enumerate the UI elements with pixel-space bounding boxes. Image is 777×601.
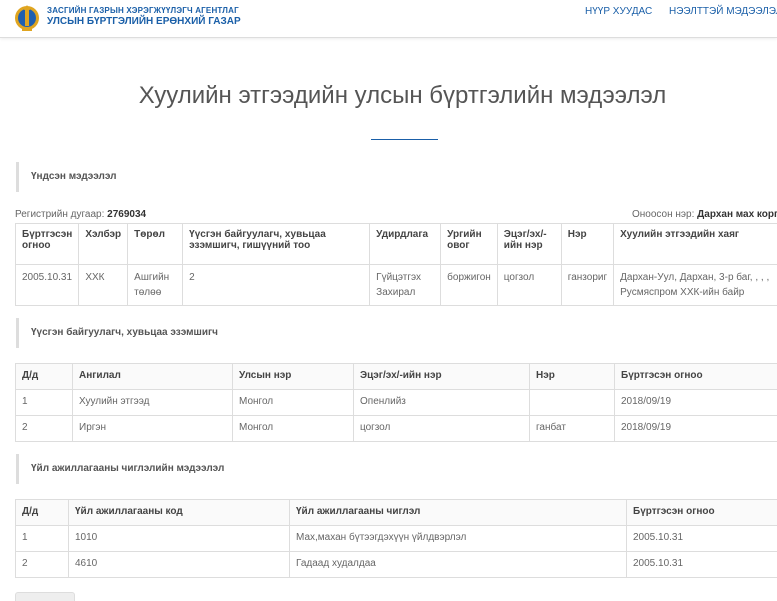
table-cell: Опенлийз xyxy=(353,389,530,416)
table-cell: Иргэн xyxy=(72,415,233,442)
table-cell: 2 xyxy=(182,264,371,306)
column-header: Бүртгэсэн огноо xyxy=(626,499,777,526)
table-header-row: Д/д Ангилал Улсын нэр Эцэг/эх/-ийн нэр Н… xyxy=(15,363,777,390)
soyombo-emblem-icon[interactable] xyxy=(14,2,40,34)
table-cell: цогзол xyxy=(353,415,530,442)
table-row: 1 Хуулийн этгээд Монгол Опенлийз 2018/09… xyxy=(15,389,777,416)
table-cell: Монгол xyxy=(232,389,354,416)
registration-number-value: 2769034 xyxy=(107,209,147,220)
table-cell: 1 xyxy=(15,389,73,416)
section-header-activities: Үйл ажиллагааны чиглэлийн мэдээлэл xyxy=(16,454,777,484)
nav-link-home[interactable]: НҮҮР ХУУДАС xyxy=(585,6,652,17)
column-header: Хэлбэр xyxy=(78,223,129,265)
company-name: Оноосон нэр: Дархан мах корпо xyxy=(632,209,777,220)
column-header: Бүртгэсэн огноо xyxy=(14,223,80,265)
table-header-row: Д/д Үйл ажиллагааны код Үйл ажиллагааны … xyxy=(15,499,777,526)
table-cell: 2018/09/19 xyxy=(614,389,777,416)
column-header: Хуулийн этгээдийн хаяг xyxy=(613,223,777,265)
column-header: Үүсгэн байгуулагч, хувьцаа эзэмшигч, гиш… xyxy=(182,223,371,265)
column-header: Нэр xyxy=(529,363,615,390)
column-header: Үйл ажиллагааны чиглэл xyxy=(289,499,627,526)
table-cell: боржигон xyxy=(440,264,498,306)
table-cell: 1 xyxy=(15,525,69,552)
table-cell: 2005.10.31 xyxy=(626,525,777,552)
table-row: 1 1010 Мах,махан бүтээгдэхүүн үйлдвэрлэл… xyxy=(15,525,777,552)
table-cell: Гүйцэтгэх Захирал xyxy=(369,264,442,306)
table-cell: 2 xyxy=(15,415,73,442)
title-underline xyxy=(371,139,438,140)
table-cell: 2005.10.31 xyxy=(14,264,80,306)
top-navbar: ЗАСГИЙН ГАЗРЫН ХЭРЭГЖҮҮЛЭГЧ АГЕНТЛАГ УЛС… xyxy=(0,0,777,38)
section-header-founders: Үүсгэн байгуулагч, хувьцаа эзэмшигч xyxy=(16,318,777,348)
founders-table: Д/д Ангилал Улсын нэр Эцэг/эх/-ийн нэр Н… xyxy=(15,363,777,442)
table-cell: Монгол xyxy=(232,415,354,442)
table-cell: ганбат xyxy=(529,415,615,442)
table-row: 2005.10.31 ХХК Ашгийн төлөө 2 Гүйцэтгэх … xyxy=(14,264,777,306)
column-header: Нэр xyxy=(560,223,615,265)
table-cell: 4610 xyxy=(68,551,290,578)
table-cell xyxy=(529,389,615,416)
org-subtitle: ЗАСГИЙН ГАЗРЫН ХЭРЭГЖҮҮЛЭГЧ АГЕНТЛАГ xyxy=(47,6,239,15)
column-header: Бүртгэсэн огноо xyxy=(614,363,777,390)
column-header: Үйл ажиллагааны код xyxy=(68,499,290,526)
table-cell: 1010 xyxy=(68,525,290,552)
table-cell: ганзориг xyxy=(560,264,615,306)
table-cell: Хуулийн этгээд xyxy=(72,389,233,416)
column-header: Эцэг/эх/-ийн нэр xyxy=(353,363,530,390)
column-header: Удирдлага xyxy=(369,223,442,265)
column-header: Ангилал xyxy=(72,363,233,390)
basic-info-table: Бүртгэсэн огноо Хэлбэр Төрөл Үүсгэн байг… xyxy=(14,223,777,306)
table-cell: 2018/09/19 xyxy=(614,415,777,442)
table-cell: цогзол xyxy=(496,264,562,306)
column-header: Д/д xyxy=(15,499,69,526)
page-title: Хуулийн этгээдийн улсын бүртгэлийн мэдээ… xyxy=(138,82,667,109)
table-cell: Гадаад худалдаа xyxy=(289,551,627,578)
column-header: Төрөл xyxy=(127,223,184,265)
column-header: Ургийн овог xyxy=(440,223,498,265)
company-name-value: Дархан мах корпо xyxy=(697,209,777,220)
activities-table: Д/д Үйл ажиллагааны код Үйл ажиллагааны … xyxy=(15,499,777,578)
org-title[interactable]: УЛСЫН БҮРТГЭЛИЙН ЕРӨНХИЙ ГАЗАР xyxy=(47,16,241,27)
nav-link-open-data[interactable]: НЭЭЛТТЭЙ МЭДЭЭЛЭЛ xyxy=(669,6,777,17)
registration-number: Регистрийн дугаар: 2769034 xyxy=(15,209,147,220)
table-cell: 2005.10.31 xyxy=(626,551,777,578)
table-cell: Мах,махан бүтээгдэхүүн үйлдвэрлэл xyxy=(289,525,627,552)
section-header-basic-info: Үндсэн мэдээлэл xyxy=(16,162,777,192)
table-cell: 2 xyxy=(15,551,69,578)
column-header: Д/д xyxy=(15,363,73,390)
column-header: Улсын нэр xyxy=(232,363,354,390)
column-header: Эцэг/эх/-ийн нэр xyxy=(496,223,562,265)
table-row: 2 Иргэн Монгол цогзол ганбат 2018/09/19 xyxy=(15,415,777,442)
table-cell: Дархан-Уул, Дархан, 3-р баг, , , , Русмя… xyxy=(613,264,777,306)
table-cell: Ашгийн төлөө xyxy=(127,264,184,306)
back-button[interactable] xyxy=(15,592,75,601)
table-header-row: Бүртгэсэн огноо Хэлбэр Төрөл Үүсгэн байг… xyxy=(14,223,777,265)
table-row: 2 4610 Гадаад худалдаа 2005.10.31 xyxy=(15,551,777,578)
table-cell: ХХК xyxy=(78,264,129,306)
